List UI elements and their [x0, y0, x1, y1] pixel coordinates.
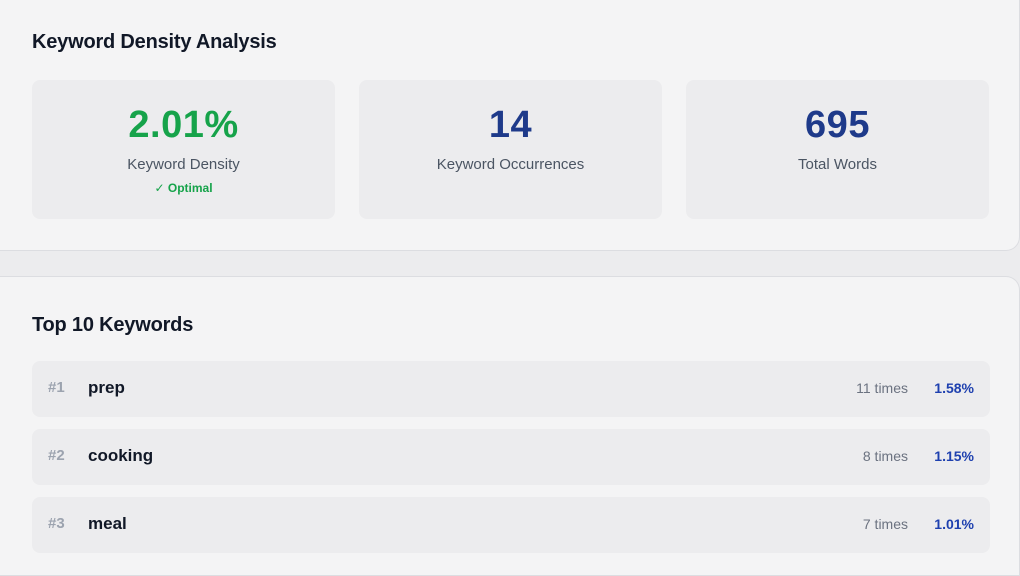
keyword-rank: #2 — [48, 447, 65, 464]
section-title: Top 10 Keywords — [32, 314, 194, 336]
keyword-count: 11 times — [856, 380, 908, 396]
keyword-row[interactable]: #3 meal 7 times 1.01% — [32, 497, 990, 553]
keyword-percent: 1.15% — [934, 448, 974, 464]
stat-value: 14 — [488, 104, 533, 146]
stat-label: Keyword Occurrences — [436, 156, 585, 173]
stat-value: 2.01% — [128, 104, 239, 146]
stat-keyword-density: 2.01% Keyword Density ✓ Optimal — [32, 80, 335, 219]
keyword-text: meal — [88, 514, 127, 533]
keyword-rank: #1 — [48, 379, 65, 396]
stat-value: 695 — [805, 104, 870, 146]
keyword-row[interactable]: #2 cooking 8 times 1.15% — [32, 429, 990, 485]
optimal-badge: ✓ Optimal — [154, 181, 213, 195]
top-keywords-card: Top 10 Keywords #1 prep 11 times 1.58% #… — [0, 276, 1020, 576]
keyword-row[interactable]: #1 prep 11 times 1.58% — [32, 361, 990, 417]
keyword-rank: #3 — [48, 515, 65, 532]
keyword-text: prep — [88, 378, 125, 397]
keyword-text: cooking — [88, 446, 154, 465]
keyword-count: 7 times — [862, 516, 908, 532]
keyword-count: 8 times — [862, 448, 908, 464]
stat-total-words: 695 Total Words — [686, 80, 989, 219]
stat-label: Total Words — [798, 156, 877, 173]
keyword-percent: 1.58% — [934, 380, 974, 396]
keyword-percent: 1.01% — [934, 516, 974, 532]
stat-label: Keyword Density — [127, 156, 240, 173]
stat-keyword-occurrences: 14 Keyword Occurrences — [359, 80, 662, 219]
density-analysis-card: Keyword Density Analysis 2.01% Keyword D… — [0, 0, 1020, 251]
section-title: Keyword Density Analysis — [32, 31, 277, 53]
